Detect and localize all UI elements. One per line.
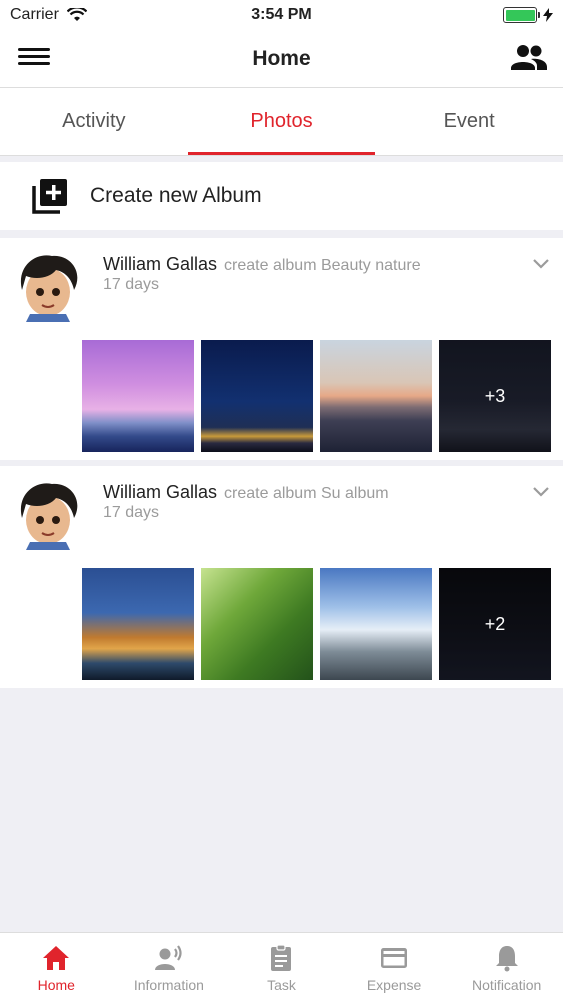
credit-card-icon (381, 948, 408, 968)
tabbar-item-expense[interactable]: Expense (338, 933, 451, 1000)
battery-icon (503, 7, 540, 23)
chevron-down-icon[interactable] (531, 484, 551, 498)
segment-tabs: Activity Photos Event (0, 88, 563, 156)
page-title: Home (252, 46, 311, 70)
post-header: William Gallas create album Beauty natur… (103, 254, 421, 275)
menu-button[interactable] (18, 44, 50, 70)
menu-line (18, 48, 50, 51)
create-album-label: Create new Album (90, 184, 262, 207)
bell-icon (495, 946, 518, 972)
more-photos-count: +3 (439, 340, 551, 452)
post-time: 17 days (103, 276, 160, 293)
menu-line (18, 55, 50, 58)
photo-thumbnail[interactable] (201, 340, 313, 452)
tab-event[interactable]: Event (375, 88, 563, 155)
post-time: 17 days (103, 504, 160, 521)
avatar[interactable] (12, 250, 84, 322)
more-photos-count: +2 (439, 568, 551, 680)
add-album-icon (32, 179, 67, 214)
post-user-name[interactable]: William Gallas (103, 482, 217, 502)
photo-grid: +3 (82, 340, 551, 452)
tabbar-label: Task (267, 977, 296, 993)
speaker-person-icon (154, 945, 182, 970)
photo-thumbnail[interactable] (320, 568, 432, 680)
photo-grid: +2 (82, 568, 551, 680)
status-bar: Carrier 3:54 PM (0, 0, 563, 30)
people-icon[interactable] (509, 42, 549, 74)
status-left: Carrier (10, 6, 87, 24)
menu-line (18, 62, 50, 65)
charging-icon (543, 8, 553, 22)
post-header: William Gallas create album Su album (103, 482, 389, 503)
album-post: William Gallas create album Su album 17 … (0, 466, 563, 688)
chevron-down-icon[interactable] (531, 256, 551, 270)
tabbar-item-notification[interactable]: Notification (450, 933, 563, 1000)
navbar: Home (0, 30, 563, 88)
photo-thumbnail[interactable] (82, 568, 194, 680)
post-action-text: create album Beauty nature (224, 257, 421, 274)
photo-thumbnail-more[interactable]: +3 (439, 340, 551, 452)
tabbar-label: Notification (472, 977, 542, 993)
tabbar-label: Expense (366, 977, 422, 993)
wifi-icon (66, 8, 87, 21)
album-post: William Gallas create album Beauty natur… (0, 238, 563, 460)
bottom-tab-bar: Home Information Task Expense Notificati… (0, 932, 563, 1000)
post-action-text: create album Su album (224, 485, 389, 502)
create-album-row[interactable]: Create new Album (0, 162, 563, 230)
status-right (503, 7, 553, 23)
clipboard-icon (271, 944, 292, 971)
tabbar-item-task[interactable]: Task (225, 933, 338, 1000)
tab-photos[interactable]: Photos (187, 88, 376, 155)
post-user-name[interactable]: William Gallas (103, 254, 217, 274)
photo-thumbnail-more[interactable]: +2 (439, 568, 551, 680)
tabbar-label: Information (133, 977, 204, 993)
photo-thumbnail[interactable] (320, 340, 432, 452)
tabbar-label: Home (37, 977, 75, 993)
tab-activity[interactable]: Activity (0, 88, 188, 155)
carrier-label: Carrier (10, 6, 59, 23)
avatar[interactable] (12, 478, 84, 550)
home-icon (43, 946, 70, 970)
photo-thumbnail[interactable] (82, 340, 194, 452)
photo-thumbnail[interactable] (201, 568, 313, 680)
tabbar-item-home[interactable]: Home (0, 933, 113, 1000)
tabbar-item-information[interactable]: Information (113, 933, 226, 1000)
